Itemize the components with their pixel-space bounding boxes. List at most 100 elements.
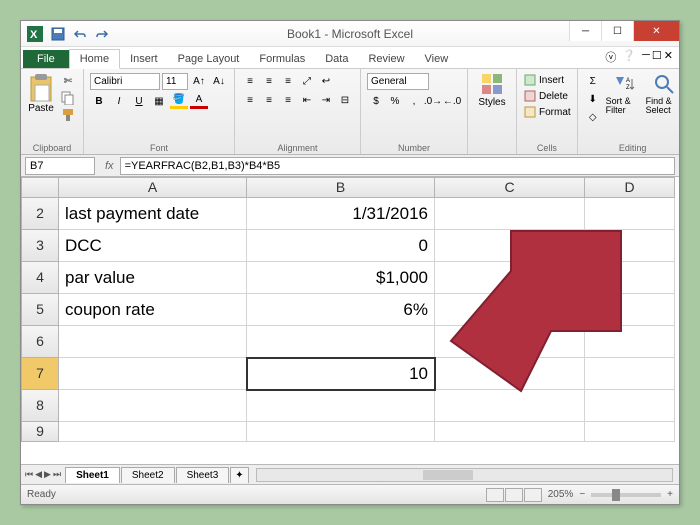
font-size-input[interactable]: 11 bbox=[162, 73, 188, 90]
tab-home[interactable]: Home bbox=[69, 49, 120, 69]
tab-review[interactable]: Review bbox=[358, 50, 414, 68]
row-header-3[interactable]: 3 bbox=[21, 230, 59, 262]
borders-icon[interactable]: ▦ bbox=[150, 93, 168, 109]
cell-b2[interactable]: 1/31/2016 bbox=[247, 198, 435, 230]
tab-nav-last-icon[interactable]: ⏭ bbox=[53, 469, 61, 480]
cell-d9[interactable] bbox=[585, 422, 675, 442]
cell-a7[interactable] bbox=[59, 358, 247, 390]
cell-styles-button[interactable]: Styles bbox=[474, 73, 510, 108]
orientation-icon[interactable]: ⤢ bbox=[298, 73, 316, 89]
redo-icon[interactable] bbox=[93, 25, 111, 43]
cell-c3[interactable] bbox=[435, 230, 585, 262]
minimize-ribbon-icon[interactable]: ⓥ bbox=[605, 49, 616, 65]
cell-a6[interactable] bbox=[59, 326, 247, 358]
align-center-icon[interactable]: ≡ bbox=[260, 92, 278, 108]
row-header-5[interactable]: 5 bbox=[21, 294, 59, 326]
comma-icon[interactable]: , bbox=[405, 93, 423, 109]
cell-b9[interactable] bbox=[247, 422, 435, 442]
cell-d8[interactable] bbox=[585, 390, 675, 422]
cell-d2[interactable] bbox=[585, 198, 675, 230]
cell-c6[interactable] bbox=[435, 326, 585, 358]
zoom-level[interactable]: 205% bbox=[548, 489, 574, 500]
tab-page-layout[interactable]: Page Layout bbox=[168, 50, 250, 68]
normal-view-icon[interactable] bbox=[486, 488, 504, 502]
sheet-tab-1[interactable]: Sheet1 bbox=[65, 467, 120, 483]
horizontal-scrollbar[interactable] bbox=[256, 468, 673, 482]
align-middle-icon[interactable]: ≡ bbox=[260, 73, 278, 89]
number-format-select[interactable]: General bbox=[367, 73, 429, 90]
column-header-a[interactable]: A bbox=[59, 177, 247, 198]
cell-c8[interactable] bbox=[435, 390, 585, 422]
name-box[interactable]: B7 bbox=[25, 157, 95, 175]
cell-a2[interactable]: last payment date bbox=[59, 198, 247, 230]
fill-color-icon[interactable]: 🪣 bbox=[170, 93, 188, 109]
delete-cells-button[interactable]: Delete bbox=[523, 89, 568, 103]
zoom-slider[interactable] bbox=[591, 493, 661, 497]
cell-d5[interactable] bbox=[585, 294, 675, 326]
decrease-decimal-icon[interactable]: ←.0 bbox=[443, 93, 461, 109]
cell-b4[interactable]: $1,000 bbox=[247, 262, 435, 294]
window-close-icon[interactable]: ✕ bbox=[664, 49, 673, 65]
row-header-6[interactable]: 6 bbox=[21, 326, 59, 358]
decrease-font-icon[interactable]: A↓ bbox=[210, 74, 228, 90]
row-header-8[interactable]: 8 bbox=[21, 390, 59, 422]
cell-c9[interactable] bbox=[435, 422, 585, 442]
tab-nav-next-icon[interactable]: ▶ bbox=[44, 469, 51, 480]
cell-c2[interactable] bbox=[435, 198, 585, 230]
cell-d3[interactable] bbox=[585, 230, 675, 262]
wrap-text-icon[interactable]: ↩ bbox=[317, 73, 335, 89]
tab-file[interactable]: File bbox=[23, 50, 69, 68]
format-cells-button[interactable]: Format bbox=[523, 105, 571, 119]
autosum-icon[interactable]: Σ bbox=[584, 73, 602, 89]
sheet-tab-3[interactable]: Sheet3 bbox=[176, 467, 230, 483]
font-name-input[interactable]: Calibri bbox=[90, 73, 160, 90]
cell-d4[interactable] bbox=[585, 262, 675, 294]
sheet-tab-2[interactable]: Sheet2 bbox=[121, 467, 175, 483]
cell-b3[interactable]: 0 bbox=[247, 230, 435, 262]
column-header-b[interactable]: B bbox=[247, 177, 435, 198]
decrease-indent-icon[interactable]: ⇤ bbox=[298, 92, 316, 108]
page-layout-view-icon[interactable] bbox=[505, 488, 523, 502]
row-header-4[interactable]: 4 bbox=[21, 262, 59, 294]
align-top-icon[interactable]: ≡ bbox=[241, 73, 259, 89]
align-bottom-icon[interactable]: ≡ bbox=[279, 73, 297, 89]
help-icon[interactable]: ❔ bbox=[622, 49, 636, 65]
row-header-2[interactable]: 2 bbox=[21, 198, 59, 230]
increase-indent-icon[interactable]: ⇥ bbox=[317, 92, 335, 108]
clear-icon[interactable]: ◇ bbox=[584, 109, 602, 125]
sort-filter-button[interactable]: AZ Sort & Filter bbox=[606, 73, 642, 115]
cell-c5[interactable] bbox=[435, 294, 585, 326]
font-color-icon[interactable]: A bbox=[190, 93, 208, 109]
currency-icon[interactable]: $ bbox=[367, 93, 385, 109]
bold-button[interactable]: B bbox=[90, 93, 108, 109]
cell-b8[interactable] bbox=[247, 390, 435, 422]
cell-d6[interactable] bbox=[585, 326, 675, 358]
align-right-icon[interactable]: ≡ bbox=[279, 92, 297, 108]
align-left-icon[interactable]: ≡ bbox=[241, 92, 259, 108]
increase-decimal-icon[interactable]: .0→ bbox=[424, 93, 442, 109]
minimize-button[interactable]: ─ bbox=[569, 21, 601, 41]
fx-button[interactable]: fx bbox=[105, 160, 114, 172]
close-button[interactable]: ✕ bbox=[633, 21, 679, 41]
fill-icon[interactable]: ⬇ bbox=[584, 91, 602, 107]
paste-button[interactable]: Paste bbox=[27, 73, 55, 114]
maximize-button[interactable]: ☐ bbox=[601, 21, 633, 41]
percent-icon[interactable]: % bbox=[386, 93, 404, 109]
cell-a8[interactable] bbox=[59, 390, 247, 422]
new-sheet-icon[interactable]: ✦ bbox=[230, 467, 248, 483]
cell-b5[interactable]: 6% bbox=[247, 294, 435, 326]
cell-a5[interactable]: coupon rate bbox=[59, 294, 247, 326]
increase-font-icon[interactable]: A↑ bbox=[190, 74, 208, 90]
cell-a4[interactable]: par value bbox=[59, 262, 247, 294]
tab-insert[interactable]: Insert bbox=[120, 50, 168, 68]
cut-icon[interactable]: ✄ bbox=[59, 73, 77, 89]
zoom-out-button[interactable]: − bbox=[579, 489, 585, 500]
italic-button[interactable]: I bbox=[110, 93, 128, 109]
tab-nav-first-icon[interactable]: ⏮ bbox=[25, 469, 33, 480]
format-painter-icon[interactable] bbox=[59, 107, 77, 123]
zoom-in-button[interactable]: + bbox=[667, 489, 673, 500]
tab-nav-prev-icon[interactable]: ◀ bbox=[35, 469, 42, 480]
window-minimize-icon[interactable]: ─ bbox=[642, 49, 650, 65]
cell-c7[interactable] bbox=[435, 358, 585, 390]
cell-b7[interactable]: 10 bbox=[247, 358, 435, 390]
